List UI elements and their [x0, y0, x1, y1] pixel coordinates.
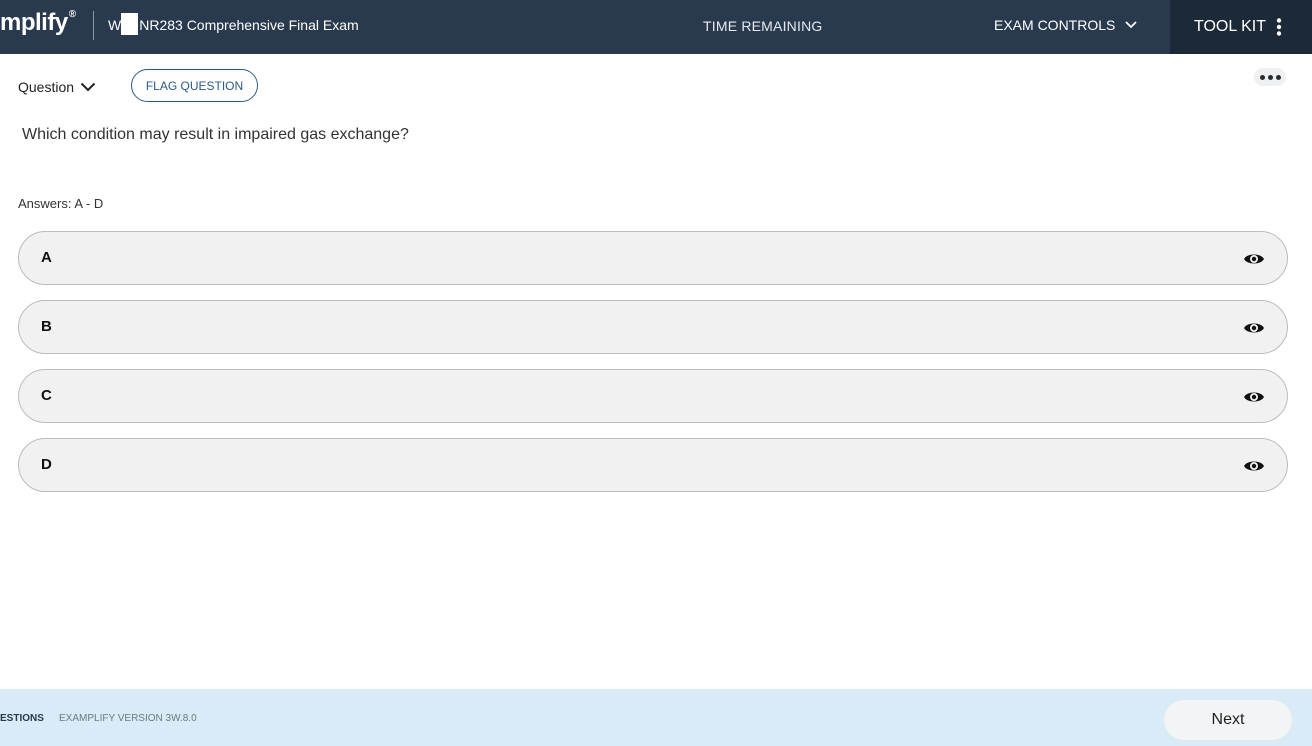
kebab-menu-icon: [1276, 18, 1282, 36]
option-letter: C: [41, 387, 52, 404]
toolkit-button[interactable]: TOOL KIT: [1170, 0, 1312, 54]
answer-option-c[interactable]: C: [18, 369, 1288, 423]
answer-option-d[interactable]: D: [18, 438, 1288, 492]
answer-option-b[interactable]: B: [18, 300, 1288, 354]
question-selector[interactable]: Question: [18, 79, 96, 95]
exam-controls-label: EXAM CONTROLS: [994, 17, 1116, 33]
eye-icon[interactable]: [1243, 387, 1265, 407]
questions-nav-link[interactable]: ESTIONS: [0, 713, 44, 724]
more-options-button[interactable]: [1254, 68, 1286, 86]
more-dot-icon: [1275, 74, 1281, 80]
footer-bar: ESTIONS EXAMPLIFY VERSION 3W.8.0 Next: [0, 689, 1312, 746]
logo-text: mplify: [0, 9, 68, 36]
chevron-down-icon: [1125, 21, 1137, 29]
header-divider: [93, 11, 94, 40]
version-text: EXAMPLIFY VERSION 3W.8.0: [59, 713, 197, 724]
exam-controls-menu[interactable]: EXAM CONTROLS: [994, 17, 1137, 33]
question-text: Which condition may result in impaired g…: [22, 126, 409, 143]
toolkit-label: TOOL KIT: [1194, 18, 1267, 35]
answers-range: Answers: A - D: [18, 196, 104, 211]
eye-icon[interactable]: [1243, 249, 1265, 269]
eye-icon[interactable]: [1243, 318, 1265, 338]
question-label: Question: [18, 79, 75, 95]
option-letter: A: [41, 249, 52, 266]
time-remaining-label: TIME REMAINING: [703, 18, 823, 34]
more-dot-icon: [1259, 74, 1265, 80]
chevron-down-icon: [80, 82, 96, 92]
exam-title-text: NR283 Comprehensive Final Exam: [139, 17, 359, 33]
time-remaining: TIME REMAINING: [703, 18, 830, 34]
logo-trademark: ®: [68, 9, 76, 20]
option-letter: B: [41, 318, 52, 335]
flag-question-button[interactable]: FLAG QUESTION: [131, 69, 258, 102]
more-dot-icon: [1267, 74, 1273, 80]
exam-title: W NR283 Comprehensive Final Exam: [108, 13, 363, 36]
top-bar: mplify® W NR283 Comprehensive Final Exam …: [0, 0, 1312, 54]
redaction-box: [121, 13, 139, 36]
eye-icon[interactable]: [1243, 456, 1265, 476]
option-letter: D: [41, 456, 52, 473]
answer-option-a[interactable]: A: [18, 231, 1288, 285]
next-button[interactable]: Next: [1164, 700, 1292, 740]
exam-title-prefix: W: [108, 17, 122, 33]
app-logo: mplify®: [0, 9, 76, 37]
